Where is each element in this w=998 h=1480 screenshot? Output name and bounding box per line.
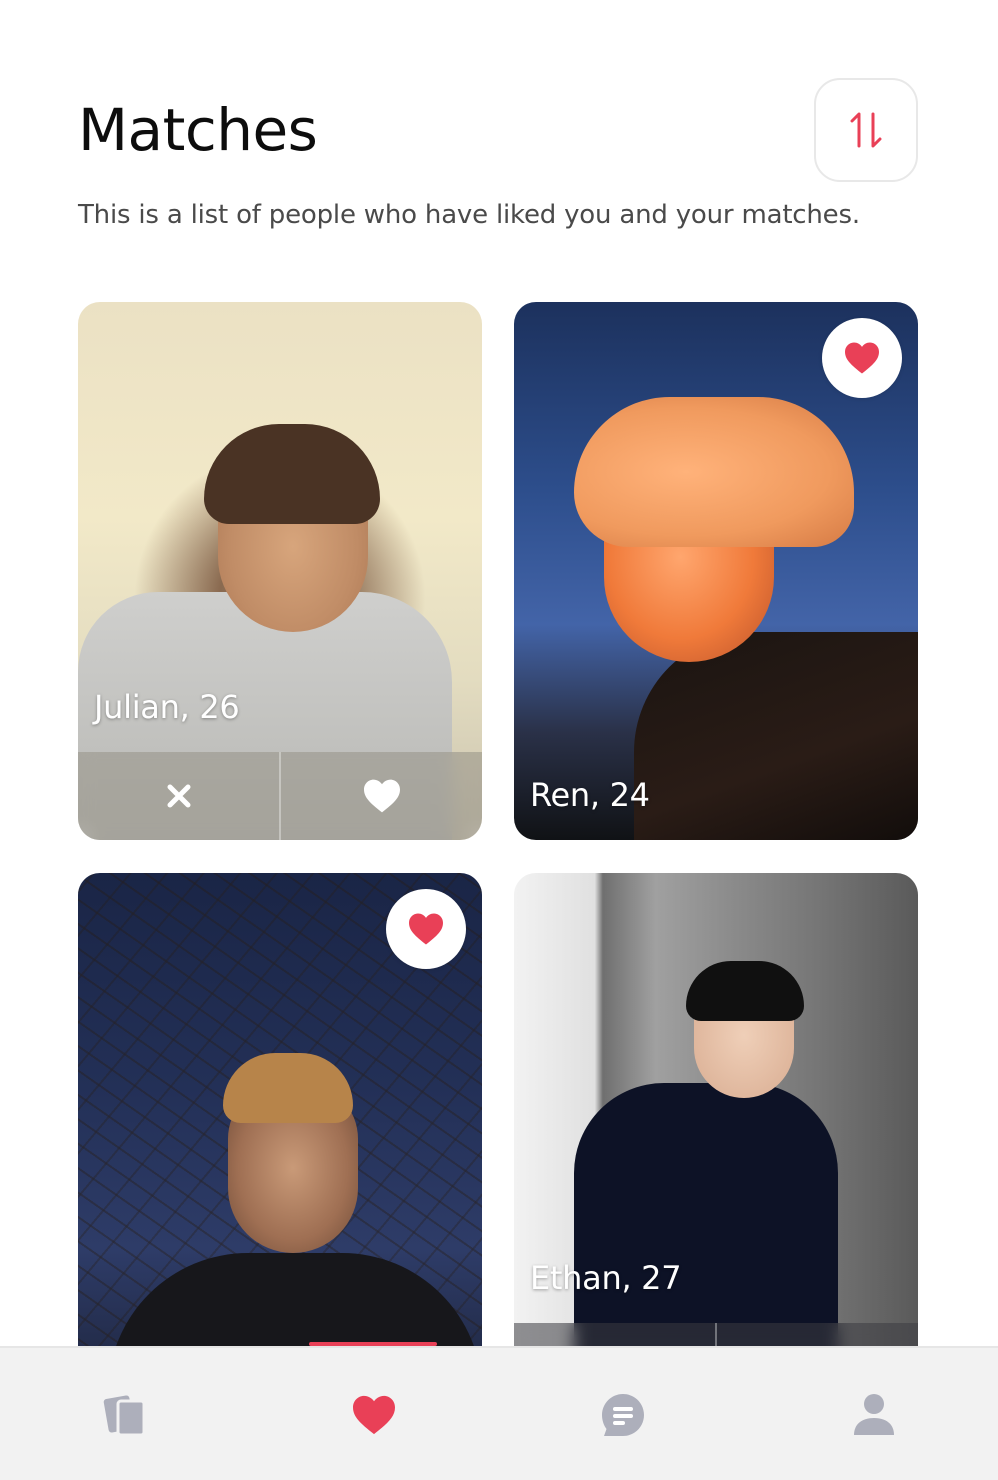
- match-name: Ethan, 27: [530, 1259, 682, 1297]
- sort-button[interactable]: [814, 78, 918, 182]
- tab-discover[interactable]: [0, 1348, 249, 1480]
- match-card[interactable]: Ren, 24: [514, 302, 918, 840]
- like-button[interactable]: [279, 752, 482, 840]
- tab-profile[interactable]: [749, 1348, 998, 1480]
- close-icon: [167, 784, 190, 808]
- match-card[interactable]: Ethan, 27: [514, 873, 918, 1411]
- cards-icon: [103, 1395, 145, 1437]
- card-actions: [78, 752, 482, 840]
- liked-you-badge: [386, 889, 466, 969]
- match-name: Julian, 26: [94, 688, 240, 726]
- tab-messages[interactable]: [498, 1348, 747, 1480]
- liked-you-badge: [822, 318, 902, 398]
- match-card[interactable]: [78, 873, 482, 1411]
- page-title: Matches: [78, 96, 318, 164]
- chat-icon: [601, 1394, 644, 1436]
- heart-icon: [409, 913, 443, 945]
- heart-icon: [352, 1395, 395, 1435]
- heart-icon: [363, 779, 400, 813]
- dismiss-button[interactable]: [78, 752, 279, 840]
- page-subtitle: This is a list of people who have liked …: [78, 200, 860, 230]
- tab-matches[interactable]: [249, 1348, 498, 1480]
- active-tab-indicator: [309, 1342, 437, 1346]
- sort-icon: [850, 112, 882, 148]
- bottom-tab-bar: [0, 1346, 998, 1480]
- header: Matches: [78, 78, 918, 182]
- heart-icon: [845, 342, 879, 374]
- match-card[interactable]: Julian, 26: [78, 302, 482, 840]
- profile-icon: [853, 1394, 894, 1435]
- match-name: Ren, 24: [530, 776, 650, 814]
